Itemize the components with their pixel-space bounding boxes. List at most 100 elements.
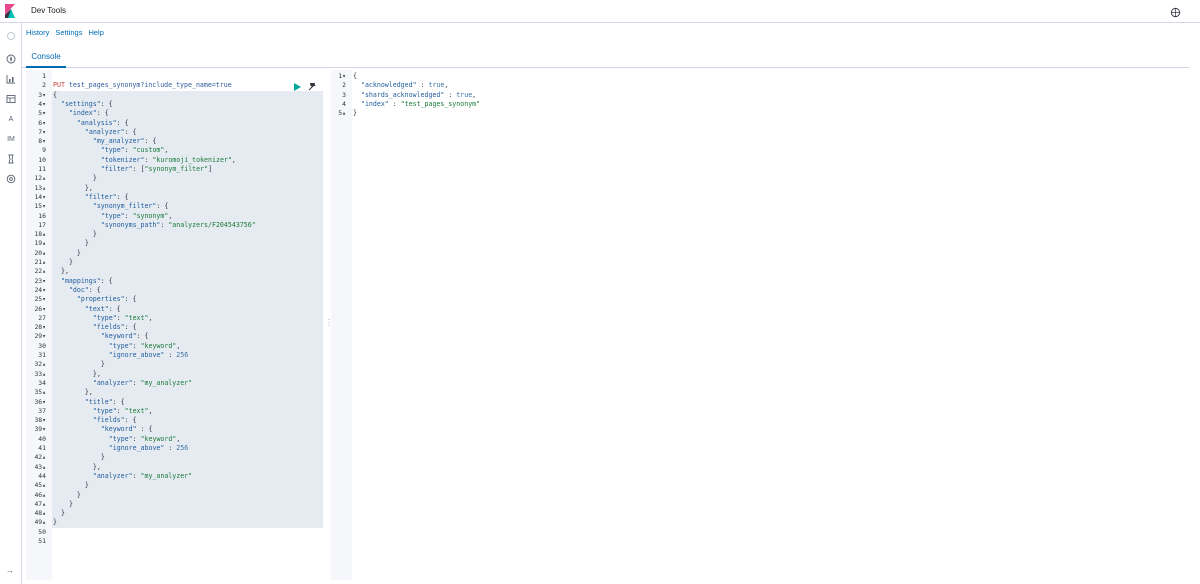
code-line[interactable]: "doc": { [53,286,101,295]
collapse-nav-arrow-icon[interactable]: → [6,566,14,575]
code-line[interactable]: "filter": ["synonym_filter"] [53,165,212,174]
history-link[interactable]: History [26,28,49,37]
request-actions [292,82,316,91]
code-line[interactable]: "analyzer": "my_analyzer" [53,472,192,481]
code-line[interactable]: } [53,481,89,490]
line-number: 3 [342,90,346,99]
code-line[interactable]: "analyzer": { [53,128,137,137]
code-line[interactable]: }, [53,388,93,397]
code-line[interactable]: "my_analyzer": { [53,137,157,146]
line-number: 1 [42,72,46,80]
response-editor[interactable]: 1▾ 2 3 4 5▴ { "acknowledged" : true, "shards… [331,70,1186,580]
code-line[interactable]: "ignore_above" : 256 [53,444,188,453]
line-number: 4▾ [38,99,46,108]
line-number: 26▾ [34,304,46,313]
code-line[interactable]: "shards_acknowledged" : true, [353,91,476,100]
line-number: 6▾ [38,118,46,127]
code-line[interactable]: } [53,491,81,500]
code-line[interactable]: "synonym_filter": { [53,202,168,211]
code-line[interactable]: "type": "text", [53,407,153,416]
line-number: 29▾ [34,332,46,341]
dashboard-icon[interactable] [4,92,18,106]
help-menu-icon[interactable] [1170,5,1182,18]
code-line[interactable]: "title": { [53,398,125,407]
code-line[interactable]: "type": "keyword", [53,342,181,351]
line-number: 30 [38,341,46,350]
settings-link[interactable]: Settings [55,28,82,37]
code-line[interactable]: "properties": { [53,295,137,304]
code-line[interactable]: "keyword" : { [53,425,153,434]
dev-tools-icon[interactable] [4,152,18,166]
response-code-area[interactable]: { "acknowledged" : true, "shards_acknowl… [352,70,1186,580]
code-line[interactable]: }, [53,184,93,193]
code-line[interactable]: }, [53,267,69,276]
line-number: 23▾ [34,276,46,285]
code-line[interactable]: "type": "synonym", [53,212,173,221]
code-line[interactable]: } [53,174,97,183]
code-line[interactable]: } [53,518,57,527]
tab-console[interactable]: Console [26,46,66,68]
code-line[interactable]: { [353,72,357,81]
management-gear-icon[interactable] [4,172,18,186]
code-line[interactable]: "acknowledged" : true, [353,81,448,90]
request-editor[interactable]: 1 2 3▾ 4▾ 5▾ 6▾ 7▾ 8▾ 9 10 11 12▴ 13▴ 14▾ 15▾ 16 17 18▴ 19… [26,70,323,580]
code-line[interactable]: } [53,258,73,267]
code-line[interactable]: "settings": { [53,100,113,109]
code-line[interactable]: }, [53,463,101,472]
code-line[interactable]: { [53,91,57,100]
code-line[interactable]: "keyword": { [53,332,149,341]
code-line[interactable]: "fields": { [53,416,137,425]
code-line[interactable]: "ignore_above" : 256 [53,351,188,360]
play-icon[interactable] [292,82,301,91]
response-gutter: 1▾ 2 3 4 5▴ [331,70,352,580]
code-line[interactable]: "type": "custom", [53,146,169,155]
line-number: 38▾ [34,416,46,425]
discover-icon[interactable] [4,52,18,66]
code-line[interactable]: "type": "keyword", [53,435,181,444]
code-line[interactable]: "analysis": { [53,119,129,128]
resize-handle-icon[interactable]: ⋮ [325,318,333,330]
code-line[interactable]: } [53,230,97,239]
line-number: 42▴ [34,453,46,462]
code-line[interactable]: "fields": { [53,323,137,332]
code-line[interactable]: } [53,509,65,518]
code-line[interactable]: } [53,360,105,369]
code-line[interactable]: "analyzer": "my_analyzer" [53,379,192,388]
line-number: 14▾ [34,192,46,201]
dev-tools-app: Dev Tools A IM → History Settings Help C… [0,0,1200,584]
code-line[interactable]: "tokenizer": "kuromoji_tokenizer", [53,156,236,165]
line-number: 31 [38,351,46,359]
code-line[interactable]: "type": "text", [53,314,153,323]
visualize-icon[interactable] [4,72,18,86]
nav-item-im[interactable]: IM [4,132,18,146]
code-line[interactable]: "text": { [53,305,121,314]
code-line[interactable]: } [353,109,357,118]
nav-item-a[interactable]: A [4,112,18,126]
line-number: 10 [38,155,46,164]
kibana-logo-icon[interactable] [0,0,20,22]
code-line[interactable]: "index" : "test_pages_synonym" [353,100,480,109]
request-code-area[interactable]: PUT test_pages_synonym?include_type_name… [52,70,323,580]
code-line[interactable]: } [53,453,105,462]
code-line[interactable]: } [53,500,73,509]
code-line[interactable]: } [53,239,89,248]
line-number: 41 [38,444,46,452]
line-number: 18▴ [34,230,46,239]
code-line[interactable]: } [53,249,81,258]
line-number: 7▾ [38,127,46,136]
line-number: 21▴ [34,258,46,266]
code-line[interactable]: "synonyms_path": "analyzers/F204543756" [53,221,256,230]
code-line[interactable]: PUT test_pages_synonym?include_type_name… [53,81,232,90]
code-line[interactable]: "index": { [53,109,109,118]
code-line[interactable]: }, [53,370,101,379]
line-number: 8▾ [38,137,46,146]
line-number: 15▾ [34,202,46,211]
wrench-icon[interactable] [307,82,316,91]
code-line[interactable]: "mappings": { [53,277,113,286]
recent-icon[interactable] [4,29,18,43]
app-title: Dev Tools [31,6,66,15]
line-number: 44 [38,471,46,480]
line-number: 47▴ [34,499,46,508]
help-link[interactable]: Help [88,28,103,37]
code-line[interactable]: "filter": { [53,193,129,202]
